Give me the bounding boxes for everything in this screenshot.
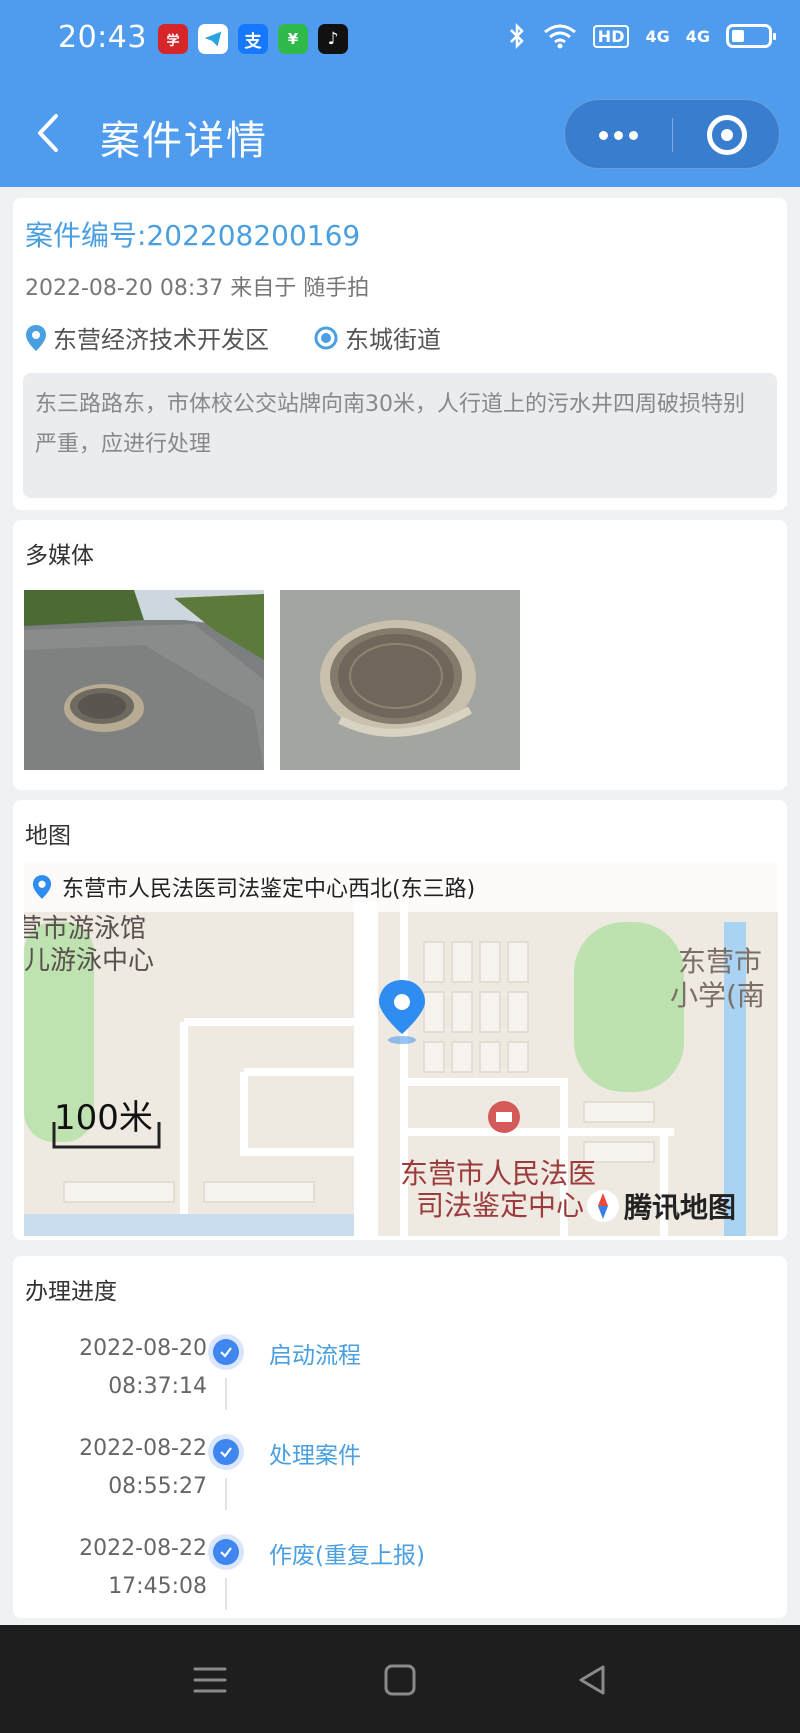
timeline-connector bbox=[225, 1478, 227, 1510]
compass-icon bbox=[587, 1190, 619, 1222]
case-number: 案件编号:202208200169 bbox=[25, 219, 361, 252]
case-description: 东三路路东，市体校公交站牌向南30米，人行道上的污水井四周破损特别严重，应进行处… bbox=[23, 373, 777, 498]
timeline-datetime: 2022-08-22 08:55:27 bbox=[79, 1430, 207, 1506]
media-title: 多媒体 bbox=[25, 543, 94, 569]
triangle-back-icon bbox=[579, 1665, 605, 1695]
square-icon bbox=[384, 1664, 416, 1696]
district-label: 东营经济技术开发区 bbox=[53, 326, 269, 354]
signal-4g-2: 4G bbox=[685, 26, 710, 46]
map-label-swimming-2: 儿游泳中心 bbox=[24, 946, 155, 976]
timeline-time: 17:45:08 bbox=[108, 1574, 207, 1599]
mini-program-capsule bbox=[564, 99, 780, 169]
progress-title: 办理进度 bbox=[25, 1279, 117, 1305]
timeline-connector bbox=[225, 1578, 227, 1610]
district-item: 东营经济技术开发区 bbox=[25, 320, 269, 355]
map-card: 地图 东营市人民法医司法鉴定中心西北(东三路) 营市游泳馆 儿游泳中心 东营市 … bbox=[13, 800, 787, 1240]
signal-4g-1: 4G bbox=[645, 26, 670, 46]
tiktok-icon: ♪ bbox=[318, 24, 348, 54]
timeline-label: 作废(重复上报) bbox=[269, 1543, 425, 1569]
menu-icon bbox=[193, 1667, 227, 1693]
wechat-pay-icon: ¥ bbox=[278, 24, 308, 54]
map-view[interactable]: 东营市人民法医司法鉴定中心西北(东三路) 营市游泳馆 儿游泳中心 东营市 小学(… bbox=[24, 862, 778, 1236]
media-photo-1[interactable] bbox=[24, 590, 264, 770]
timeline-item: 2022-08-20 08:37:14 启动流程 bbox=[13, 1330, 787, 1420]
timeline-time: 08:55:27 bbox=[108, 1474, 207, 1499]
check-circle-icon bbox=[208, 1334, 244, 1370]
timeline-date: 2022-08-22 bbox=[79, 1536, 207, 1561]
alipay-icon: 支 bbox=[238, 24, 268, 54]
menu-button[interactable] bbox=[185, 1655, 235, 1705]
notification-icons: 学 支 ¥ ♪ bbox=[158, 24, 348, 54]
map-brand-label: 腾讯地图 bbox=[624, 1191, 737, 1224]
wifi-icon bbox=[543, 24, 576, 49]
street-item: 东城街道 bbox=[313, 320, 441, 355]
check-circle-icon bbox=[208, 1534, 244, 1570]
home-button[interactable] bbox=[375, 1655, 425, 1705]
battery-icon bbox=[726, 24, 776, 48]
timeline-label: 处理案件 bbox=[269, 1443, 361, 1469]
map-brand: 腾讯地图 bbox=[586, 1186, 736, 1226]
target-location-icon bbox=[314, 326, 338, 349]
street-label: 东城街道 bbox=[345, 326, 441, 354]
target-icon bbox=[707, 115, 747, 155]
more-dot bbox=[614, 130, 623, 140]
progress-card: 办理进度 2022-08-20 08:37:14 启动流程 2022-08-22 0… bbox=[13, 1256, 787, 1618]
map-title: 地图 bbox=[25, 823, 71, 849]
close-button[interactable] bbox=[673, 100, 781, 170]
bluetooth-icon bbox=[509, 22, 524, 50]
chevron-left-icon bbox=[38, 114, 58, 152]
back-nav-button[interactable] bbox=[567, 1655, 617, 1705]
timeline-datetime: 2022-08-22 17:45:08 bbox=[79, 1530, 207, 1606]
hd-indicator: HD bbox=[592, 24, 630, 48]
map-label-center-2: 司法鉴定中心 bbox=[416, 1189, 585, 1222]
location-pin-icon bbox=[32, 875, 52, 899]
status-bar: 20:43 学 支 ¥ ♪ HD 4G 4G bbox=[0, 0, 800, 80]
status-time: 20:43 bbox=[58, 20, 147, 55]
map-scale-label: 100米 bbox=[54, 1098, 153, 1138]
timeline-connector bbox=[225, 1378, 227, 1410]
page-title: 案件详情 bbox=[100, 118, 268, 164]
location-row: 东营经济技术开发区 东城街道 bbox=[25, 320, 441, 355]
timeline-date: 2022-08-22 bbox=[79, 1436, 207, 1461]
more-dots-icon bbox=[599, 130, 608, 140]
target-dot bbox=[721, 129, 733, 141]
more-button[interactable] bbox=[565, 100, 672, 170]
timeline-item: 2022-08-22 08:55:27 处理案件 bbox=[13, 1430, 787, 1520]
timeline-time: 08:37:14 bbox=[108, 1374, 207, 1399]
timeline-label: 启动流程 bbox=[269, 1343, 361, 1369]
timeline-datetime: 2022-08-20 08:37:14 bbox=[79, 1330, 207, 1406]
check-circle-icon bbox=[208, 1434, 244, 1470]
media-card: 多媒体 bbox=[13, 520, 787, 790]
timeline-date: 2022-08-20 bbox=[79, 1336, 207, 1361]
timeline-item: 2022-08-22 17:45:08 作废(重复上报) bbox=[13, 1530, 787, 1620]
system-icons: HD 4G 4G bbox=[507, 22, 776, 50]
xuexi-icon: 学 bbox=[158, 24, 188, 54]
case-meta: 2022-08-20 08:37 来自于 随手拍 bbox=[25, 276, 370, 301]
system-navigation-bar bbox=[0, 1625, 800, 1733]
back-button[interactable] bbox=[30, 108, 70, 158]
map-address-bar: 东营市人民法医司法鉴定中心西北(东三路) bbox=[24, 862, 778, 912]
telegram-icon bbox=[198, 24, 228, 54]
map-address: 东营市人民法医司法鉴定中心西北(东三路) bbox=[62, 877, 476, 902]
more-dot bbox=[629, 130, 638, 140]
top-bar: 20:43 学 支 ¥ ♪ HD 4G 4G 案件详情 bbox=[0, 0, 800, 187]
location-pin-icon bbox=[26, 324, 46, 351]
map-label-school-2: 小学(南 bbox=[670, 979, 765, 1012]
media-photo-2[interactable] bbox=[280, 590, 520, 770]
case-info-card: 案件编号:202208200169 2022-08-20 08:37 来自于 随… bbox=[13, 198, 787, 510]
